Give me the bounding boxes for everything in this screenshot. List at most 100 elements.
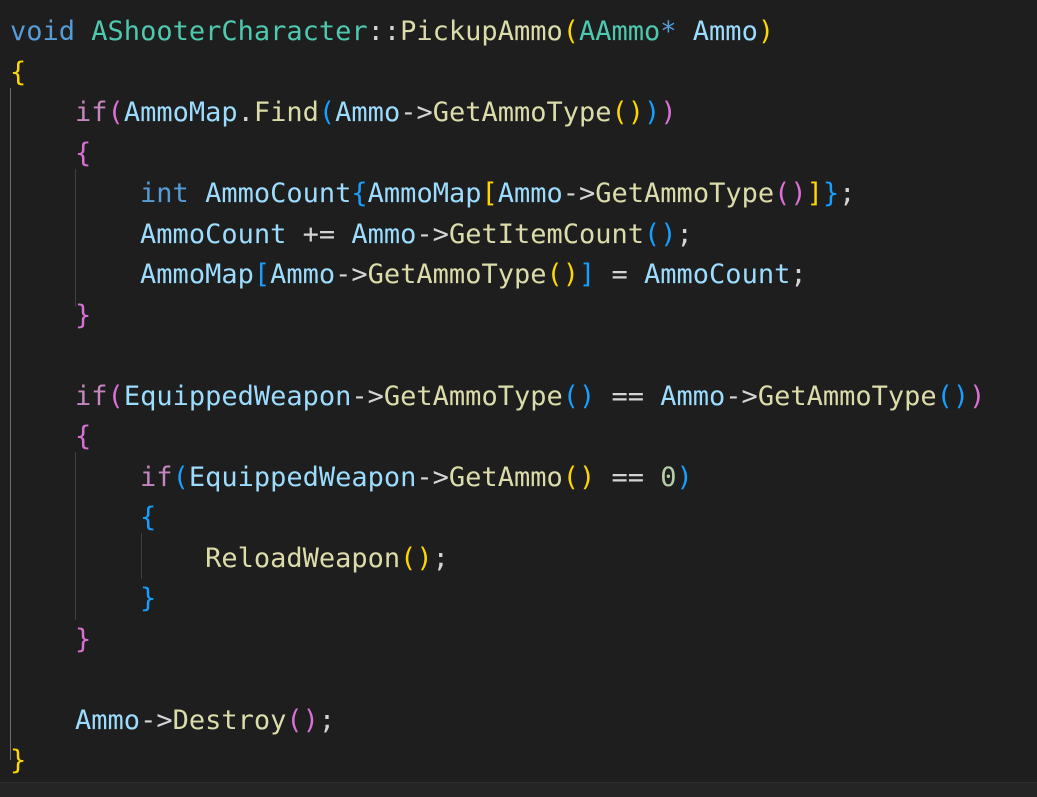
code-line[interactable]: } <box>10 741 26 782</box>
code-line[interactable]: AmmoCount += Ammo->GetItemCount(); <box>10 215 693 256</box>
code-line[interactable]: { <box>10 417 91 458</box>
code-token: { <box>140 502 157 533</box>
code-line[interactable]: AmmoMap[Ammo->GetAmmoType()] = AmmoCount… <box>10 255 807 296</box>
code-token: -> <box>351 380 384 412</box>
code-token: ( <box>172 461 189 493</box>
code-line[interactable]: ReloadWeapon(); <box>10 539 449 580</box>
code-line[interactable]: { <box>10 53 26 94</box>
editor-bottom-edge <box>0 782 1037 797</box>
code-token: Ammo <box>692 16 758 47</box>
code-token: if <box>140 461 173 493</box>
code-line[interactable]: int AmmoCount{AmmoMap[Ammo->GetAmmoType(… <box>10 174 855 215</box>
code-token: { <box>10 56 27 88</box>
code-token: () <box>286 704 319 736</box>
code-token: == <box>595 380 661 412</box>
code-token: AmmoCount <box>644 259 791 290</box>
code-token: Destroy <box>172 704 287 736</box>
code-line[interactable]: if(EquippedWeapon->GetAmmo() == 0) <box>10 458 693 499</box>
code-token: += <box>286 218 352 250</box>
code-token: AmmoCount <box>205 178 352 209</box>
code-token: void <box>10 16 76 47</box>
code-token: GetAmmoType <box>383 380 563 412</box>
code-token: Find <box>253 97 319 128</box>
code-token: ; <box>432 542 449 574</box>
code-line[interactable]: void AShooterCharacter::PickupAmmo(AAmmo… <box>10 12 774 53</box>
code-line[interactable]: } <box>10 579 156 620</box>
code-token: GetItemCount <box>448 218 645 250</box>
code-token: PickupAmmo <box>400 16 563 47</box>
code-token: ReloadWeapon <box>205 542 401 574</box>
code-token: AmmoMap <box>123 97 238 128</box>
code-token: ] <box>578 259 596 290</box>
code-token: AmmoMap <box>140 259 254 290</box>
code-token: ; <box>839 178 856 209</box>
code-token: -> <box>416 461 449 493</box>
code-token: -> <box>562 178 596 209</box>
code-line[interactable]: if(AmmoMap.Find(Ammo->GetAmmoType())) <box>10 93 677 134</box>
code-token: if <box>75 380 108 412</box>
code-token: ; <box>318 704 336 736</box>
code-token: ] <box>806 178 823 209</box>
code-token: EquippedWeapon <box>123 380 352 412</box>
code-line[interactable]: Ammo->Destroy(); <box>10 701 335 742</box>
code-line[interactable]: } <box>10 620 91 661</box>
code-token: () <box>562 380 596 412</box>
code-token: ) <box>660 97 677 128</box>
code-token: ; <box>790 259 807 290</box>
code-token: EquippedWeapon <box>188 461 417 493</box>
code-token: Ammo <box>351 218 417 250</box>
code-token: == <box>595 461 661 493</box>
code-token: () <box>936 380 970 412</box>
code-token: GetAmmoType <box>757 380 937 412</box>
code-token: Ammo <box>660 380 726 412</box>
code-token: ( <box>318 97 336 128</box>
code-token: } <box>10 745 27 776</box>
code-token: int <box>140 178 189 209</box>
code-token: [ <box>253 259 271 290</box>
code-editor[interactable]: void AShooterCharacter::PickupAmmo(AAmmo… <box>0 0 1037 782</box>
code-token: () <box>774 178 807 209</box>
code-token: -> <box>140 704 173 736</box>
code-token: { <box>75 421 92 452</box>
code-token: ( <box>107 380 124 412</box>
code-line[interactable]: { <box>10 134 91 175</box>
code-token: = <box>595 259 645 290</box>
code-token: Ammo <box>335 97 401 128</box>
code-token: [ <box>481 178 498 209</box>
code-token: 0 <box>660 461 677 493</box>
code-token: -> <box>400 97 433 128</box>
code-line[interactable]: if(EquippedWeapon->GetAmmoType() == Ammo… <box>10 377 985 418</box>
code-line[interactable]: } <box>10 296 91 337</box>
code-token: } <box>75 623 92 655</box>
code-token: ( <box>562 16 579 47</box>
code-token: GetAmmoType <box>595 178 775 209</box>
code-token: { <box>75 137 92 169</box>
code-token: ( <box>107 97 124 128</box>
code-token: ) <box>676 461 693 493</box>
code-token: } <box>75 299 92 331</box>
code-line[interactable]: { <box>10 498 156 539</box>
code-token: Ammo <box>270 259 336 290</box>
code-token: AmmoCount <box>140 218 287 250</box>
code-token: GetAmmoType <box>367 259 547 290</box>
code-token: * <box>660 16 677 47</box>
code-token: () <box>611 97 645 128</box>
code-token: GetAmmoType <box>432 97 612 128</box>
code-token: AmmoMap <box>367 178 482 209</box>
code-token: :: <box>367 16 401 47</box>
code-token: () <box>546 259 579 290</box>
code-token: AAmmo <box>578 16 661 47</box>
